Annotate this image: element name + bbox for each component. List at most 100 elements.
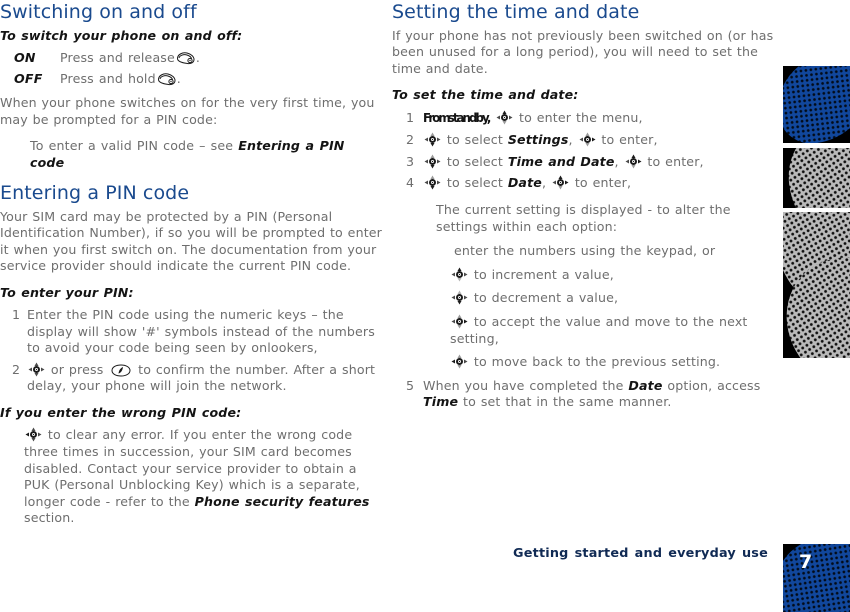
right-column: Setting the time and date If your phone … bbox=[392, 0, 782, 421]
accept-value-text: to accept the value and move to the next… bbox=[450, 313, 748, 346]
definition-term-off: OFF bbox=[14, 71, 43, 87]
paragraph-increment-value: to increment a value, bbox=[392, 267, 782, 284]
navigation-pad-icon bbox=[579, 132, 596, 147]
send-key-icon bbox=[110, 364, 131, 377]
note-enter-valid-pin: To enter a valid PIN code – see Entering… bbox=[0, 138, 382, 171]
time-step-5-text-after: to set that in the same manner. bbox=[458, 394, 672, 410]
decorative-image-gray-2-inner bbox=[783, 212, 850, 358]
paragraph-wrong-pin: to clear any error. If you enter the wro… bbox=[0, 427, 382, 527]
time-step-3-text-after: to enter, bbox=[642, 153, 704, 169]
definition-desc-on: Press and release . bbox=[60, 50, 200, 65]
halftone-blob-gray-1 bbox=[783, 148, 850, 208]
pin-step-2-number: 2 bbox=[12, 361, 21, 377]
wrong-pin-text-after: section. bbox=[24, 510, 75, 526]
pin-step-1-text: Enter the PIN code using the numeric key… bbox=[27, 307, 375, 356]
time-step-5-emphasis-date: Date bbox=[628, 377, 663, 393]
footer-decorative-block: 7 bbox=[783, 544, 850, 612]
navigation-pad-icon bbox=[424, 154, 441, 169]
pin-step-1: 1 Enter the PIN code using the numeric ke… bbox=[0, 307, 382, 357]
lead-set-time-and-date: To set the time and date: bbox=[392, 87, 579, 103]
note-text: To enter a valid PIN code – see bbox=[30, 138, 239, 154]
increment-value-text: to increment a value, bbox=[469, 266, 614, 282]
navigation-pad-icon bbox=[552, 175, 569, 190]
left-column: Switching on and off To switch your phon… bbox=[0, 0, 382, 527]
definition-row-on: ON Press and release . bbox=[0, 50, 382, 65]
navigation-pad-icon bbox=[625, 154, 642, 169]
manual-page: Switching on and off To switch your phon… bbox=[0, 0, 850, 612]
time-step-5-emphasis-time: Time bbox=[423, 394, 459, 410]
decorative-image-gray-2 bbox=[783, 212, 850, 358]
navigation-pad-icon bbox=[28, 362, 45, 377]
heading-switching-on-and-off: Switching on and off bbox=[0, 1, 197, 23]
definition-term-on: ON bbox=[14, 50, 36, 66]
footer-section-title: Getting started and everyday use bbox=[513, 546, 768, 561]
decorative-image-blue-inner bbox=[783, 66, 850, 143]
halftone-blob-blue bbox=[783, 66, 850, 143]
time-step-4-text-before: to select bbox=[442, 175, 508, 191]
power-handset-icon bbox=[176, 51, 195, 65]
time-step-2-number: 2 bbox=[406, 132, 415, 148]
paragraph-move-back: to move back to the previous setting. bbox=[392, 354, 782, 371]
time-date-steps-list: 1 From standby, to enter the menu, 2 to … bbox=[392, 110, 782, 192]
definition-desc-off-suffix: . bbox=[176, 71, 181, 87]
navigation-pad-icon bbox=[25, 427, 42, 442]
decrement-value-text: to decrement a value, bbox=[469, 290, 619, 306]
time-step-3-emphasis: Time and Date bbox=[507, 153, 615, 169]
navigation-pad-icon bbox=[451, 314, 468, 329]
page-footer: Getting started and everyday use 7 bbox=[0, 544, 850, 612]
time-step-5: 5 When you have completed the Date option… bbox=[392, 378, 782, 411]
paragraph-current-setting: The current setting is displayed - to al… bbox=[436, 202, 731, 234]
lead-switch-phone: To switch your phone on and off: bbox=[0, 28, 243, 43]
navigation-pad-icon bbox=[496, 110, 513, 125]
time-step-2-text-before: to select bbox=[442, 132, 508, 148]
time-step-1: 1 From standby, to enter the menu, bbox=[392, 110, 782, 128]
pin-step-1-number: 1 bbox=[12, 307, 21, 323]
time-step-3-text-before: to select bbox=[442, 153, 508, 169]
time-step-1-text: to enter the menu, bbox=[514, 109, 643, 125]
time-step-2-text-mid: , bbox=[568, 132, 578, 148]
halftone-blob-blue-footer bbox=[783, 544, 850, 612]
time-step-2-emphasis: Settings bbox=[507, 132, 569, 148]
move-back-text: to move back to the previous setting. bbox=[469, 354, 721, 370]
decorative-image-gray-1 bbox=[783, 148, 850, 208]
time-step-3: 3 to select Time and Date, to enter, bbox=[392, 154, 782, 171]
power-handset-icon bbox=[157, 72, 176, 86]
definition-desc-on-suffix: . bbox=[195, 50, 201, 66]
time-step-3-number: 3 bbox=[406, 153, 415, 169]
paragraph-accept-value: to accept the value and move to the next… bbox=[392, 314, 782, 347]
paragraph-time-date-intro: If your phone has not previously been sw… bbox=[392, 28, 774, 76]
time-step-2-text-after: to enter, bbox=[596, 132, 658, 148]
navigation-pad-icon bbox=[451, 267, 468, 282]
time-step-3-text-mid: , bbox=[614, 153, 624, 169]
navigation-pad-icon bbox=[424, 132, 441, 147]
paragraph-enter-numbers-keypad: enter the numbers using the keypad, or bbox=[454, 243, 716, 259]
paragraph-sim-pin-explanation: Your SIM card may be protected by a PIN … bbox=[0, 209, 383, 274]
time-step-1-number: 1 bbox=[406, 109, 415, 125]
time-step-5-number: 5 bbox=[406, 377, 415, 393]
heading-entering-a-pin-code: Entering a PIN code bbox=[0, 182, 190, 205]
from-standby-label: From standby, bbox=[423, 110, 491, 126]
time-step-4-text-mid: , bbox=[541, 175, 551, 191]
time-step-4-emphasis: Date bbox=[507, 175, 542, 191]
definition-row-off: OFF Press and hold . bbox=[0, 71, 382, 86]
time-step-4-number: 4 bbox=[406, 175, 415, 191]
on-off-definition-list: ON Press and release . OFF Press and hol… bbox=[0, 50, 382, 86]
wrong-pin-cross-reference: Phone security features bbox=[194, 493, 370, 509]
pin-step-2: 2 or press to confirm the number. After … bbox=[0, 362, 382, 395]
paragraph-decrement-value: to decrement a value, bbox=[392, 290, 782, 307]
navigation-pad-icon bbox=[451, 354, 468, 369]
time-step-4-text-after: to enter, bbox=[569, 175, 632, 191]
navigation-pad-icon bbox=[424, 175, 441, 190]
navigation-pad-icon bbox=[451, 290, 468, 305]
definition-desc-off-text: Press and hold bbox=[60, 71, 156, 87]
pin-steps-list: 1 Enter the PIN code using the numeric ke… bbox=[0, 307, 382, 395]
decorative-image-gray-1-inner bbox=[783, 148, 850, 208]
heading-setting-time-and-date: Setting the time and date bbox=[392, 1, 640, 23]
page-number: 7 bbox=[799, 551, 813, 573]
decorative-image-blue bbox=[783, 66, 850, 143]
lead-wrong-pin: If you enter the wrong PIN code: bbox=[0, 405, 242, 421]
definition-desc-on-text: Press and release bbox=[60, 50, 175, 66]
definition-desc-off: Press and hold . bbox=[60, 71, 181, 86]
time-step-5-text-before: When you have completed the bbox=[423, 377, 629, 393]
paragraph-first-time-pin: When your phone switches on for the very… bbox=[0, 95, 375, 127]
